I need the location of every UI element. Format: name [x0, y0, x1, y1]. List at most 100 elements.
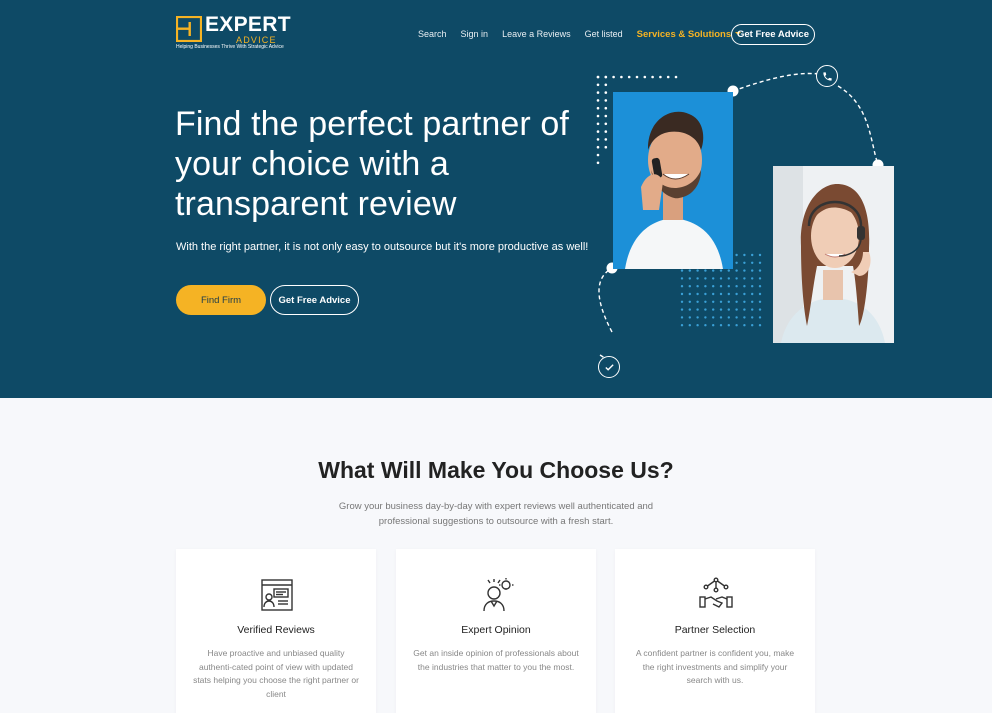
decor-dot [743, 292, 746, 296]
decor-dot [688, 308, 691, 311]
support-agent-photo [773, 166, 894, 343]
decor-dot [604, 83, 608, 87]
decor-dot [727, 277, 730, 280]
decor-dot [604, 114, 608, 118]
decor-dot [704, 269, 707, 272]
decor-dot [680, 292, 684, 296]
card-text: A confident partner is confident you, ma… [635, 648, 795, 685]
decor-dot [743, 285, 746, 288]
decor-dot [751, 316, 754, 319]
decor-dot [696, 277, 699, 280]
decor-dot [680, 308, 684, 311]
decor-dot [727, 269, 730, 272]
decor-dot [712, 316, 715, 319]
decor-dot [596, 114, 600, 118]
decor-dot [751, 277, 754, 280]
decor-dot [751, 300, 754, 303]
decor-dot [758, 253, 762, 257]
decor-dot [688, 324, 691, 327]
nav-search[interactable]: Search [418, 29, 447, 39]
decor-dot [735, 316, 738, 319]
decor-dot [743, 324, 746, 327]
check-icon-glyph [604, 363, 614, 371]
decor-dot [643, 75, 647, 79]
decor-dot [751, 285, 754, 288]
decor-dot [719, 316, 723, 319]
decor-dot [719, 292, 723, 296]
decor-dot [680, 269, 684, 272]
decor-dot [604, 122, 608, 126]
decor-dot [735, 308, 738, 311]
decor-dot [596, 91, 600, 94]
reviews-icon [261, 579, 293, 611]
decor-dot [735, 261, 738, 264]
nav-get-listed[interactable]: Get listed [585, 29, 623, 39]
man-on-phone-illustration [613, 92, 733, 269]
man-on-phone-photo [613, 92, 733, 269]
decor-dot [712, 324, 715, 327]
decor-dot [674, 75, 678, 79]
decor-dot [751, 292, 754, 296]
logo-tagline: Helping Businesses Thrive With Strategic… [176, 44, 284, 50]
decor-dot [688, 300, 691, 303]
decor-dot [735, 277, 738, 280]
decor-dot [758, 292, 762, 296]
nav-services[interactable]: Services & Solutions [637, 29, 742, 40]
decor-dot [696, 300, 699, 303]
handshake-icon [699, 577, 733, 608]
decor-dot [596, 122, 600, 126]
decor-dot [712, 292, 715, 296]
decor-dot [596, 99, 600, 102]
decor-dot [680, 277, 684, 280]
expert-icon [483, 578, 514, 612]
decor-dot [704, 308, 707, 311]
decor-dot [688, 269, 691, 272]
decor-dot [758, 324, 762, 327]
decor-dot [743, 316, 746, 319]
decor-dot [651, 75, 654, 79]
decor-dot [604, 75, 608, 79]
decor-dot [680, 316, 684, 319]
nav-free-advice-button[interactable]: Get Free Advice [731, 24, 815, 45]
decor-dot [758, 316, 762, 319]
decor-dot [727, 300, 730, 303]
card-title: Partner Selection [674, 624, 756, 636]
section-title: What Will Make You Choose Us? [318, 457, 674, 483]
logo[interactable]: EXPERT ADVICE Helping Businesses Thrive … [176, 14, 291, 53]
decor-dot [719, 277, 723, 280]
decor-dot [680, 300, 684, 303]
decor-dot [727, 292, 730, 296]
decor-dot [751, 308, 754, 311]
support-agent-illustration [773, 166, 894, 343]
hero-title: Find the perfect partner of your choice … [175, 105, 569, 223]
decor-dot [751, 269, 754, 272]
decor-dot [596, 106, 600, 110]
card-text: Have proactive and unbiased quality auth… [193, 648, 359, 699]
decor-dot [620, 75, 623, 79]
decor-dot [758, 269, 762, 272]
decor-dot [758, 308, 762, 311]
decor-dot [758, 277, 762, 280]
decor-dot [696, 316, 699, 319]
decor-dot [596, 153, 600, 157]
decor-dot [719, 269, 723, 272]
decor-dot [604, 145, 608, 149]
decor-dot [712, 308, 715, 311]
decor-dot [688, 277, 691, 280]
decor-dot [635, 75, 639, 79]
decor-dot [604, 99, 608, 102]
decor-dot [743, 261, 746, 264]
decor-dot [727, 308, 730, 311]
decor-dot [604, 130, 608, 133]
find-firm-button[interactable]: Find Firm [176, 285, 266, 315]
decor-dot [743, 300, 746, 303]
decor-dot [696, 292, 699, 296]
decor-dot [696, 324, 699, 327]
phone-icon-glyph [822, 71, 832, 81]
decor-dot [735, 285, 738, 288]
decor-dot [743, 253, 746, 257]
decor-dot [604, 91, 608, 94]
nav-leave-review[interactable]: Leave a Reviews [502, 29, 571, 39]
get-free-advice-button[interactable]: Get Free Advice [270, 285, 359, 315]
nav-sign-in[interactable]: Sign in [461, 29, 489, 39]
